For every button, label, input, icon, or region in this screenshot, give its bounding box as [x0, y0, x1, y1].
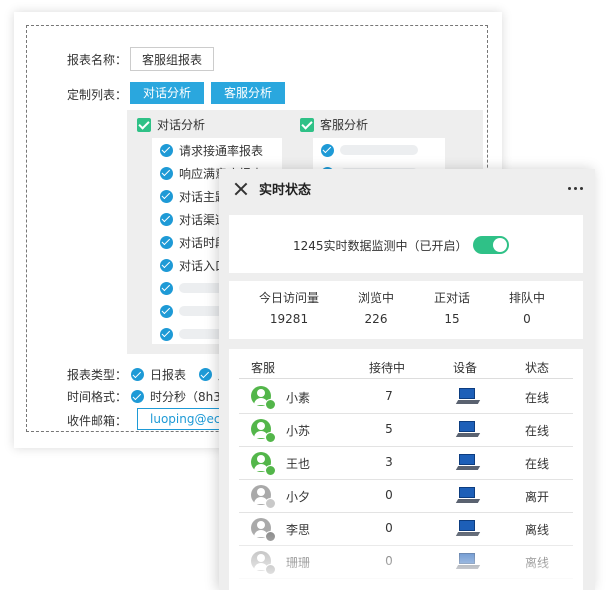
check-circle-icon	[131, 368, 144, 381]
table-row[interactable]: 王也 3 在线	[239, 446, 573, 480]
check-circle-icon	[160, 189, 173, 203]
time-format-option[interactable]: 时分秒（8h34	[131, 388, 229, 405]
table-row[interactable]: 小素 7 在线	[239, 380, 573, 414]
tab-dialog-analysis[interactable]: 对话分析	[130, 82, 204, 104]
check-circle-icon	[131, 390, 144, 403]
check-circle-icon	[160, 235, 173, 249]
stat-value: 15	[444, 312, 460, 326]
realtime-status-panel: 实时状态 1245实时数据监测中（已开启） 今日访问量 19281 浏览中 22…	[219, 169, 595, 590]
panel-title: 实时状态	[259, 183, 312, 198]
agent-analysis-title: 客服分析	[320, 118, 369, 132]
avatar	[251, 386, 276, 410]
report-name-label: 报表名称：	[67, 53, 128, 67]
check-circle-icon	[160, 281, 173, 295]
agent-active-count: 3	[385, 455, 393, 469]
agent-name: 小素	[286, 391, 311, 405]
list-item[interactable]: 请求接通率报表	[160, 140, 282, 160]
close-icon[interactable]	[234, 182, 248, 196]
check-circle-icon	[160, 212, 173, 226]
agent-name: 王也	[286, 457, 311, 471]
agent-active-count: 5	[385, 422, 393, 436]
column-header: 设备	[453, 361, 478, 375]
check-circle-icon	[199, 368, 212, 381]
agent-status: 离开	[525, 490, 550, 504]
check-circle-icon	[321, 143, 334, 157]
presence-badge-icon	[265, 498, 276, 509]
avatar	[251, 419, 276, 443]
check-circle-icon	[160, 304, 173, 318]
list-item[interactable]	[321, 140, 443, 160]
report-type-daily[interactable]: 日报表	[131, 366, 186, 383]
monitor-box: 1245实时数据监测中（已开启）	[229, 215, 583, 273]
presence-badge-icon	[265, 399, 276, 410]
custom-list-label: 定制列表：	[67, 88, 128, 102]
column-header: 状态	[525, 361, 550, 375]
dialog-analysis-header[interactable]: 对话分析	[137, 116, 205, 133]
more-options-icon[interactable]	[568, 187, 583, 190]
time-format-label: 时间格式：	[67, 390, 128, 404]
column-header: 接待中	[369, 361, 406, 375]
dialog-analysis-title: 对话分析	[157, 118, 206, 132]
check-circle-icon	[160, 166, 173, 180]
agent-status: 在线	[525, 457, 550, 471]
agent-analysis-header[interactable]: 客服分析	[300, 116, 368, 133]
stat-value: 19281	[269, 312, 309, 326]
stat-label: 正对话	[433, 291, 470, 305]
agent-table: 客服 接待中 设备 状态 小素7在线小苏5在线王也3在线小夕0离开李思0离线珊珊…	[229, 349, 583, 590]
avatar	[251, 485, 276, 509]
presence-badge-icon	[265, 432, 276, 443]
avatar	[251, 452, 276, 476]
stat-value: 0	[523, 312, 531, 326]
stat-label: 排队中	[508, 291, 545, 305]
table-row[interactable]: 小夕 0 离开	[239, 479, 573, 513]
check-circle-icon	[160, 143, 173, 157]
report-type-label: 报表类型：	[67, 368, 128, 382]
laptop-icon	[455, 454, 481, 472]
fade-overlay	[229, 530, 583, 590]
check-circle-icon	[160, 258, 173, 272]
check-circle-icon	[160, 327, 173, 341]
stat-label: 浏览中	[357, 291, 394, 305]
email-label: 收件邮箱：	[67, 414, 128, 428]
placeholder-bar	[340, 145, 418, 155]
laptop-icon	[455, 388, 481, 406]
checkbox-icon[interactable]	[300, 117, 314, 132]
agent-active-count: 0	[385, 488, 393, 502]
stat-label: 今日访问量	[258, 291, 319, 305]
agent-status: 在线	[525, 391, 550, 405]
checkbox-icon[interactable]	[137, 117, 151, 132]
agent-active-count: 7	[385, 389, 393, 403]
header-divider	[239, 378, 573, 379]
monitor-toggle[interactable]	[473, 236, 509, 254]
agent-name: 小苏	[286, 424, 311, 438]
laptop-icon	[455, 487, 481, 505]
presence-badge-icon	[265, 465, 276, 476]
agent-status: 在线	[525, 424, 550, 438]
report-name-input[interactable]: 客服组报表	[130, 47, 214, 71]
column-header: 客服	[251, 361, 276, 375]
laptop-icon	[455, 421, 481, 439]
monitor-status-text: 1245实时数据监测中（已开启）	[293, 239, 468, 253]
tab-agent-analysis[interactable]: 客服分析	[211, 82, 285, 104]
stats-box: 今日访问量 19281 浏览中 226 正对话 15 排队中 0	[229, 281, 583, 339]
stat-value: 226	[364, 312, 388, 326]
agent-name: 小夕	[286, 490, 311, 504]
table-row[interactable]: 小苏 5 在线	[239, 413, 573, 447]
